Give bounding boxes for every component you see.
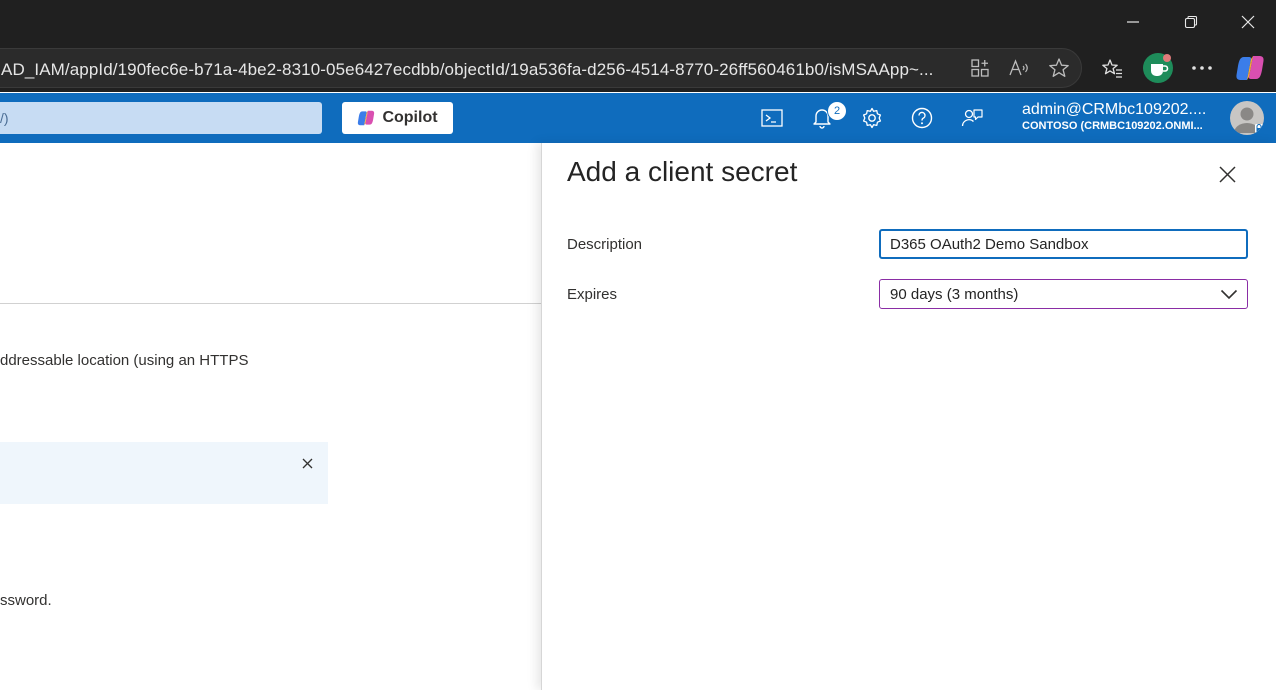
account-email: admin@CRMbc109202.... xyxy=(1022,101,1207,118)
copilot-label: Copilot xyxy=(382,109,438,126)
portal-header: /) Copilot 2 admin@CRMbc109202.... CONTO… xyxy=(0,93,1276,143)
url-text[interactable]: AD_IAM/appId/190fec6e-b71a-4be2-8310-05e… xyxy=(1,60,941,80)
close-icon xyxy=(302,458,312,468)
notification-count-badge: 2 xyxy=(827,101,847,121)
close-window-button[interactable] xyxy=(1219,0,1276,44)
address-bar[interactable]: AD_IAM/appId/190fec6e-b71a-4be2-8310-05e… xyxy=(0,48,1082,88)
minimize-icon xyxy=(1127,21,1139,23)
copilot-icon xyxy=(358,110,375,126)
user-avatar-icon xyxy=(1234,107,1263,133)
copilot-button[interactable]: Copilot xyxy=(342,102,453,134)
minimize-window-button[interactable] xyxy=(1104,0,1162,44)
restore-icon xyxy=(1184,15,1198,29)
search-text: /) xyxy=(0,110,9,126)
global-search-input[interactable]: /) xyxy=(0,102,322,134)
close-icon xyxy=(1218,165,1236,183)
expires-label: Expires xyxy=(567,286,618,303)
account-tenant: CONTOSO (CRMBC109202.ONMI... xyxy=(1022,120,1203,132)
app-available-icon[interactable] xyxy=(966,54,994,82)
feedback-icon[interactable] xyxy=(957,103,987,133)
close-panel-button[interactable] xyxy=(1214,161,1240,187)
description-field[interactable] xyxy=(879,229,1248,259)
settings-gear-icon[interactable] xyxy=(857,103,887,133)
notifications-icon[interactable]: 2 xyxy=(807,101,847,133)
more-options-icon[interactable] xyxy=(1188,54,1216,82)
chevron-down-icon xyxy=(1220,289,1238,300)
panel-title: Add a client secret xyxy=(567,156,798,187)
description-label: Description xyxy=(567,236,643,253)
background-page: ddressable location (using an HTTPS sswo… xyxy=(0,143,541,690)
background-text-line: ddressable location (using an HTTPS xyxy=(0,352,249,369)
profile-extension-icon[interactable] xyxy=(1142,52,1174,84)
restore-window-button[interactable] xyxy=(1162,0,1220,44)
dismiss-message-button[interactable] xyxy=(298,454,316,472)
read-aloud-icon[interactable] xyxy=(1005,54,1033,82)
help-icon[interactable] xyxy=(907,103,937,133)
favorite-star-icon[interactable] xyxy=(1045,54,1073,82)
expires-selected-value: 90 days (3 months) xyxy=(890,286,1019,303)
info-message-bar xyxy=(0,442,328,504)
browser-titlebar xyxy=(0,0,1276,44)
edge-copilot-icon[interactable] xyxy=(1234,52,1266,84)
divider xyxy=(0,303,541,304)
cloud-shell-icon[interactable] xyxy=(757,103,787,133)
avatar[interactable] xyxy=(1230,101,1264,135)
expires-dropdown[interactable]: 90 days (3 months) xyxy=(879,279,1248,309)
favorites-icon[interactable] xyxy=(1098,54,1126,82)
close-icon xyxy=(1241,15,1255,29)
account-menu[interactable]: admin@CRMbc109202.... CONTOSO (CRMBC1092… xyxy=(1022,101,1222,132)
browser-toolbar: AD_IAM/appId/190fec6e-b71a-4be2-8310-05e… xyxy=(0,44,1276,92)
add-client-secret-panel: Add a client secret Description Expires … xyxy=(541,143,1276,690)
background-text-line: ssword. xyxy=(0,592,52,609)
